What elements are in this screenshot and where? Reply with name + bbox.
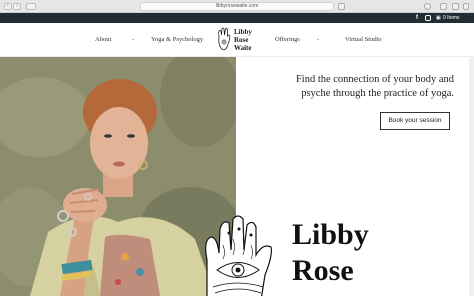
nav-offerings[interactable]: Offerings (275, 36, 300, 43)
chevron-down-icon[interactable]: ⌄ (131, 36, 135, 42)
site-topbar: f ▣ 0 Items (0, 13, 474, 23)
add-tab-icon[interactable] (463, 3, 469, 10)
share-icon[interactable] (440, 3, 447, 10)
hero-name: Libby Rose (292, 217, 369, 289)
reload-icon[interactable] (338, 3, 345, 10)
book-session-button[interactable]: Book your session (380, 112, 450, 130)
chevron-right-icon[interactable]: › (13, 3, 21, 10)
nav-virtual-studio[interactable]: Virtual Studio (345, 36, 382, 43)
url-text: libbyrosewaite.com (215, 3, 259, 9)
hero-name-line1: Libby (292, 218, 369, 251)
instagram-icon[interactable] (425, 15, 431, 21)
hamsa-hand-illustration (205, 215, 272, 296)
logo-wordmark[interactable]: Libby Rose Waite (234, 28, 252, 52)
site-header: About ⌄ Yoga & Psychology Libby Rose Wai… (0, 23, 474, 57)
logo-line1: Libby (234, 28, 252, 36)
cart-icon[interactable]: ▣ (436, 15, 441, 21)
hero-section: Find the connection of your body and psy… (0, 57, 474, 296)
logo-line2: Rose (234, 36, 249, 44)
hero-name-line2: Rose (292, 254, 354, 287)
nav-yoga-psychology[interactable]: Yoga & Psychology (151, 36, 203, 43)
download-icon[interactable] (424, 3, 431, 10)
chevron-left-icon[interactable]: ‹ (4, 3, 12, 10)
sidebar-icon[interactable] (26, 3, 36, 10)
browser-toolbar: ‹ › libbyrosewaite.com (0, 0, 474, 13)
tabs-icon[interactable] (452, 3, 459, 10)
page-scrollbar[interactable] (469, 57, 474, 296)
nav-about[interactable]: About (95, 36, 111, 43)
cart-count[interactable]: 0 Items (443, 15, 459, 21)
hamsa-logo-icon[interactable] (217, 27, 231, 53)
address-bar[interactable]: libbyrosewaite.com (140, 2, 334, 11)
logo-line3: Waite (234, 44, 252, 52)
facebook-icon[interactable]: f (416, 15, 418, 21)
hero-tagline: Find the connection of your body and psy… (295, 74, 454, 99)
chevron-down-icon[interactable]: ⌄ (316, 36, 320, 42)
